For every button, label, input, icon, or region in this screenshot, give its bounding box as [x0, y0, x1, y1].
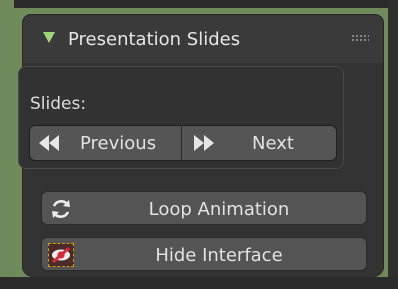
viewport-bottom-edge	[0, 277, 398, 289]
fast-forward-icon	[192, 134, 215, 152]
previous-label: Previous	[80, 132, 157, 154]
triangle-down-icon[interactable]	[43, 32, 55, 43]
viewport-right-edge	[388, 0, 398, 289]
next-label: Next	[252, 132, 294, 154]
previous-button[interactable]: Previous	[30, 126, 183, 160]
slides-label: Slides:	[30, 94, 87, 114]
hide-interface-label: Hide Interface	[155, 245, 283, 266]
panel-header[interactable]: Presentation Slides	[23, 15, 383, 63]
loop-animation-button[interactable]: Loop Animation	[41, 191, 367, 225]
viewport-left-edge	[0, 0, 14, 289]
loop-animation-label: Loop Animation	[148, 199, 290, 220]
rewind-icon	[39, 134, 61, 152]
drag-handle-icon[interactable]	[351, 34, 369, 42]
slide-nav-row: Previous Next	[29, 125, 337, 161]
panel-title: Presentation Slides	[68, 29, 241, 50]
viewport-top-edge	[0, 0, 398, 8]
hide-interface-button[interactable]: Hide Interface	[41, 237, 367, 271]
next-button[interactable]: Next	[182, 126, 336, 160]
